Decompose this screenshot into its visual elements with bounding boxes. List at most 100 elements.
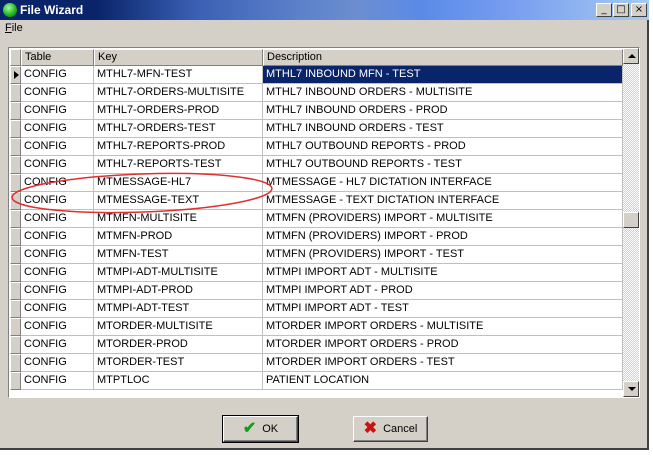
row-indicator[interactable]: [10, 354, 21, 372]
cell-table[interactable]: CONFIG: [21, 246, 94, 264]
row-indicator[interactable]: [10, 102, 21, 120]
row-indicator[interactable]: [10, 282, 21, 300]
vertical-scrollbar[interactable]: [623, 48, 639, 397]
cell-table[interactable]: CONFIG: [21, 264, 94, 282]
records-grid[interactable]: Table Key Description CONFIG MTHL7-MFN-TE…: [8, 47, 640, 398]
row-indicator[interactable]: [10, 246, 21, 264]
cell-key[interactable]: MTMPI-ADT-PROD: [94, 282, 263, 300]
table-row[interactable]: CONFIG MTMFN-MULTISITE MTMFN (PROVIDERS) I…: [10, 210, 623, 228]
cell-table[interactable]: CONFIG: [21, 156, 94, 174]
table-row[interactable]: CONFIG MTHL7-REPORTS-PROD MTHL7 OUTBOUND R…: [10, 138, 623, 156]
cell-table[interactable]: CONFIG: [21, 210, 94, 228]
row-indicator[interactable]: [10, 192, 21, 210]
table-row[interactable]: CONFIG MTMPI-ADT-TEST MTMPI IMPORT ADT - T…: [10, 300, 623, 318]
row-indicator[interactable]: [10, 264, 21, 282]
cell-key[interactable]: MTHL7-REPORTS-TEST: [94, 156, 263, 174]
cell-description[interactable]: MTMFN (PROVIDERS) IMPORT - PROD: [263, 228, 623, 246]
cell-table[interactable]: CONFIG: [21, 318, 94, 336]
row-indicator[interactable]: [10, 120, 21, 138]
cell-description[interactable]: MTMESSAGE - TEXT DICTATION INTERFACE: [263, 192, 623, 210]
cell-key[interactable]: MTMPI-ADT-TEST: [94, 300, 263, 318]
cell-key[interactable]: MTMFN-MULTISITE: [94, 210, 263, 228]
cell-key[interactable]: MTHL7-ORDERS-PROD: [94, 102, 263, 120]
cell-table[interactable]: CONFIG: [21, 102, 94, 120]
cell-key[interactable]: MTMFN-PROD: [94, 228, 263, 246]
cell-description[interactable]: MTMESSAGE - HL7 DICTATION INTERFACE: [263, 174, 623, 192]
row-indicator[interactable]: [10, 156, 21, 174]
column-header-table[interactable]: Table: [21, 49, 94, 66]
cell-description[interactable]: MTMPI IMPORT ADT - PROD: [263, 282, 623, 300]
row-indicator[interactable]: [10, 84, 21, 102]
row-indicator[interactable]: [10, 336, 21, 354]
cell-description[interactable]: MTMPI IMPORT ADT - MULTISITE: [263, 264, 623, 282]
row-indicator[interactable]: [10, 228, 21, 246]
cell-table[interactable]: CONFIG: [21, 372, 94, 390]
cell-table[interactable]: CONFIG: [21, 138, 94, 156]
row-indicator[interactable]: [10, 66, 21, 84]
ok-button[interactable]: ✔ OK: [222, 415, 299, 443]
row-indicator[interactable]: [10, 210, 21, 228]
cell-description[interactable]: MTORDER IMPORT ORDERS - PROD: [263, 336, 623, 354]
cell-key[interactable]: MTHL7-ORDERS-MULTISITE: [94, 84, 263, 102]
cell-table[interactable]: CONFIG: [21, 282, 94, 300]
table-row[interactable]: CONFIG MTMESSAGE-HL7 MTMESSAGE - HL7 DICTA…: [10, 174, 623, 192]
title-bar[interactable]: File Wizard _ □ ×: [0, 0, 649, 20]
cell-key[interactable]: MTHL7-ORDERS-TEST: [94, 120, 263, 138]
cell-table[interactable]: CONFIG: [21, 84, 94, 102]
table-row[interactable]: CONFIG MTORDER-MULTISITE MTORDER IMPORT OR…: [10, 318, 623, 336]
cell-key[interactable]: MTHL7-MFN-TEST: [94, 66, 263, 84]
cell-key[interactable]: MTORDER-TEST: [94, 354, 263, 372]
cell-description[interactable]: MTMPI IMPORT ADT - TEST: [263, 300, 623, 318]
cell-table[interactable]: CONFIG: [21, 66, 94, 84]
cell-description[interactable]: MTMFN (PROVIDERS) IMPORT - TEST: [263, 246, 623, 264]
table-row[interactable]: CONFIG MTPTLOC PATIENT LOCATION: [10, 372, 623, 390]
row-indicator[interactable]: [10, 372, 21, 390]
row-indicator[interactable]: [10, 318, 21, 336]
cell-table[interactable]: CONFIG: [21, 192, 94, 210]
table-row[interactable]: CONFIG MTORDER-PROD MTORDER IMPORT ORDERS …: [10, 336, 623, 354]
cell-description[interactable]: MTORDER IMPORT ORDERS - TEST: [263, 354, 623, 372]
cell-table[interactable]: CONFIG: [21, 336, 94, 354]
cell-description[interactable]: PATIENT LOCATION: [263, 372, 623, 390]
cell-description[interactable]: MTHL7 INBOUND ORDERS - TEST: [263, 120, 623, 138]
scroll-down-button[interactable]: [623, 381, 639, 397]
cell-table[interactable]: CONFIG: [21, 174, 94, 192]
row-indicator[interactable]: [10, 174, 21, 192]
cell-description[interactable]: MTHL7 INBOUND MFN - TEST: [263, 66, 623, 84]
cell-key[interactable]: MTORDER-PROD: [94, 336, 263, 354]
table-row[interactable]: CONFIG MTMFN-TEST MTMFN (PROVIDERS) IMPORT…: [10, 246, 623, 264]
column-header-key[interactable]: Key: [94, 49, 263, 66]
table-row[interactable]: CONFIG MTMESSAGE-TEXT MTMESSAGE - TEXT DIC…: [10, 192, 623, 210]
cell-table[interactable]: CONFIG: [21, 300, 94, 318]
table-row[interactable]: CONFIG MTMPI-ADT-MULTISITE MTMPI IMPORT AD…: [10, 264, 623, 282]
cell-key[interactable]: MTMPI-ADT-MULTISITE: [94, 264, 263, 282]
row-indicator[interactable]: [10, 300, 21, 318]
close-button[interactable]: ×: [631, 3, 647, 17]
table-row[interactable]: CONFIG MTHL7-ORDERS-PROD MTHL7 INBOUND ORD…: [10, 102, 623, 120]
table-row[interactable]: CONFIG MTHL7-ORDERS-MULTISITE MTHL7 INBOUN…: [10, 84, 623, 102]
scroll-thumb[interactable]: [623, 212, 639, 228]
cell-key[interactable]: MTMESSAGE-TEXT: [94, 192, 263, 210]
cell-table[interactable]: CONFIG: [21, 228, 94, 246]
cell-description[interactable]: MTMFN (PROVIDERS) IMPORT - MULTISITE: [263, 210, 623, 228]
table-row[interactable]: CONFIG MTHL7-ORDERS-TEST MTHL7 INBOUND ORD…: [10, 120, 623, 138]
table-row[interactable]: CONFIG MTMPI-ADT-PROD MTMPI IMPORT ADT - P…: [10, 282, 623, 300]
cell-key[interactable]: MTPTLOC: [94, 372, 263, 390]
cell-description[interactable]: MTHL7 INBOUND ORDERS - PROD: [263, 102, 623, 120]
cell-description[interactable]: MTHL7 OUTBOUND REPORTS - TEST: [263, 156, 623, 174]
cell-table[interactable]: CONFIG: [21, 120, 94, 138]
cell-table[interactable]: CONFIG: [21, 354, 94, 372]
scroll-up-button[interactable]: [623, 48, 639, 64]
cell-description[interactable]: MTORDER IMPORT ORDERS - MULTISITE: [263, 318, 623, 336]
cell-key[interactable]: MTMFN-TEST: [94, 246, 263, 264]
minimize-button[interactable]: _: [596, 3, 612, 17]
row-indicator[interactable]: [10, 138, 21, 156]
table-row[interactable]: CONFIG MTORDER-TEST MTORDER IMPORT ORDERS …: [10, 354, 623, 372]
table-row[interactable]: CONFIG MTHL7-REPORTS-TEST MTHL7 OUTBOUND R…: [10, 156, 623, 174]
menu-file[interactable]: File: [5, 22, 23, 34]
cell-key[interactable]: MTMESSAGE-HL7: [94, 174, 263, 192]
cell-key[interactable]: MTORDER-MULTISITE: [94, 318, 263, 336]
table-row[interactable]: CONFIG MTMFN-PROD MTMFN (PROVIDERS) IMPORT…: [10, 228, 623, 246]
table-row[interactable]: CONFIG MTHL7-MFN-TEST MTHL7 INBOUND MFN - …: [10, 66, 623, 84]
column-header-description[interactable]: Description: [263, 49, 623, 66]
